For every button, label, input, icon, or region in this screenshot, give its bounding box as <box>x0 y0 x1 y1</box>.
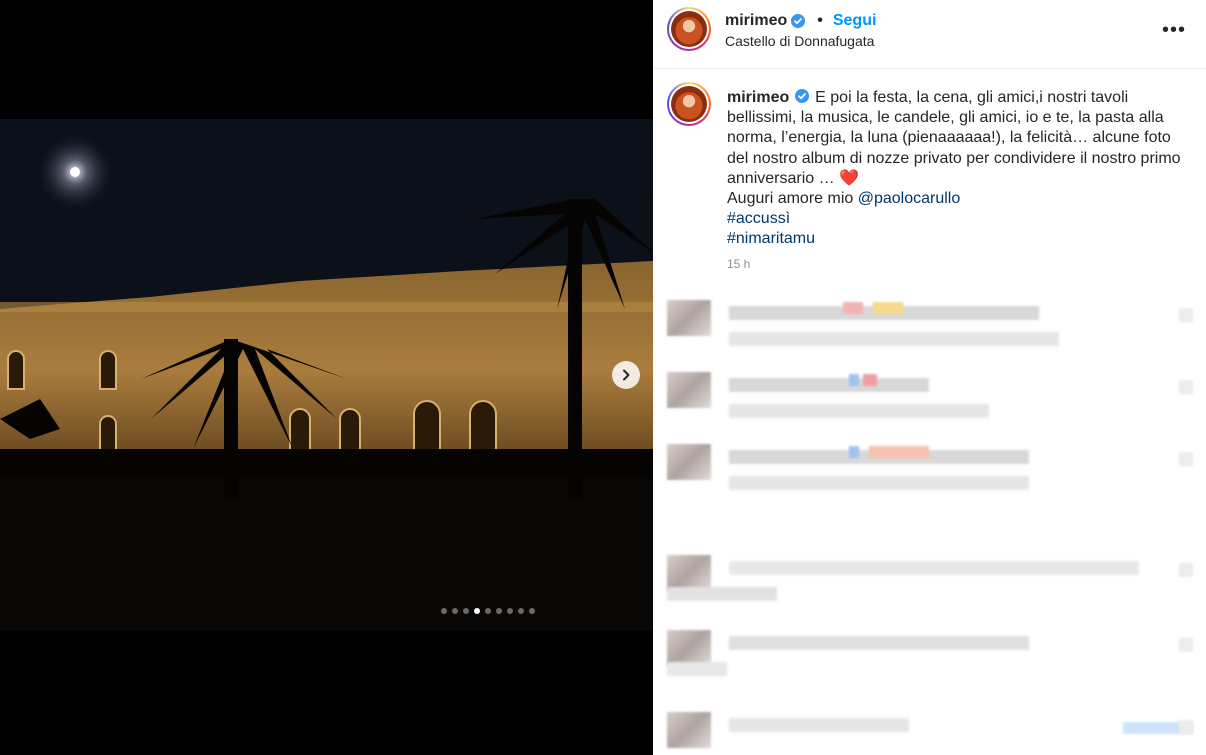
more-options-icon[interactable]: ••• <box>1162 19 1186 42</box>
comment-avatar[interactable] <box>667 712 711 748</box>
comment-emoji-pixelated <box>869 446 929 458</box>
comment-text-pixelated <box>729 378 929 392</box>
comment-text-pixelated <box>729 476 1029 490</box>
comment-like-icon[interactable] <box>1179 720 1193 734</box>
comment-like-icon[interactable] <box>1179 380 1193 394</box>
wish-text: Auguri amore mio <box>727 190 858 208</box>
post-caption: mirimeo E poi la festa, la cena, gli ami… <box>727 88 1182 250</box>
post-header: mirimeo • Segui Castello di Donnafugata … <box>653 0 1206 69</box>
mention-link[interactable]: @paolocarullo <box>858 190 961 207</box>
comment-emoji-pixelated <box>873 302 903 314</box>
carousel-dot <box>496 608 502 614</box>
heart-emoji: ❤️ <box>839 169 859 187</box>
carousel-dot <box>507 608 513 614</box>
comment-text-pixelated <box>729 718 909 732</box>
post-timestamp: 15 h <box>727 257 751 271</box>
caption-username[interactable]: mirimeo <box>727 89 789 106</box>
comment-avatar[interactable] <box>667 555 711 591</box>
verified-badge-icon <box>791 14 806 28</box>
comment-emoji-pixelated <box>863 374 877 386</box>
comment-like-icon[interactable] <box>1179 308 1193 322</box>
carousel-dot <box>441 608 447 614</box>
comment-avatar[interactable] <box>667 630 711 666</box>
comment-emoji-pixelated <box>849 446 859 458</box>
comment-text-pixelated <box>729 404 989 418</box>
caption-avatar[interactable] <box>667 82 711 126</box>
comment-like-icon[interactable] <box>1179 563 1193 577</box>
comment-text-pixelated <box>729 561 1139 575</box>
post-photo[interactable] <box>0 119 653 631</box>
hashtag-link[interactable]: #accussì <box>727 210 790 227</box>
post-side-panel: mirimeo • Segui Castello di Donnafugata … <box>653 0 1206 755</box>
author-username[interactable]: mirimeo <box>725 12 787 30</box>
next-slide-button[interactable] <box>612 361 640 389</box>
author-avatar[interactable] <box>667 7 711 51</box>
comment-avatar[interactable] <box>667 372 711 408</box>
carousel-dot <box>463 608 469 614</box>
comment-avatar[interactable] <box>667 300 711 336</box>
comment-emoji-pixelated <box>843 302 863 314</box>
hashtag-link[interactable]: #nimaritamu <box>727 230 815 247</box>
carousel-dot <box>518 608 524 614</box>
comment-emoji-pixelated <box>849 374 859 386</box>
comment-avatar[interactable] <box>667 444 711 480</box>
carousel-dot <box>474 608 480 614</box>
follow-button[interactable]: Segui <box>833 12 877 30</box>
comment-text-pixelated <box>667 662 727 676</box>
caption-text: E poi la festa, la cena, gli amici,i nos… <box>727 89 1181 187</box>
comment-text-pixelated <box>729 332 1059 346</box>
verified-badge-icon <box>794 89 809 103</box>
post-media <box>0 0 653 755</box>
carousel-dot <box>485 608 491 614</box>
comment-like-icon[interactable] <box>1179 638 1193 652</box>
post-location[interactable]: Castello di Donnafugata <box>725 33 874 49</box>
comment-text-pixelated <box>729 636 1029 650</box>
separator: • <box>817 12 823 29</box>
comment-like-icon[interactable] <box>1179 452 1193 466</box>
comment-text-pixelated <box>667 587 777 601</box>
carousel-dot <box>529 608 535 614</box>
carousel-indicator <box>0 608 535 614</box>
carousel-dot <box>452 608 458 614</box>
castle-night-image <box>0 132 653 631</box>
chevron-right-icon <box>623 369 630 381</box>
